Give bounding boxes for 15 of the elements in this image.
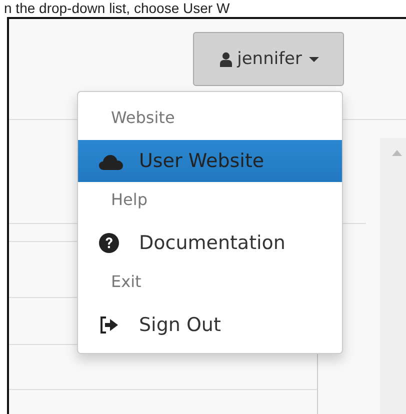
menu-item[interactable]: Sign Out xyxy=(78,304,342,346)
cloud-icon xyxy=(99,152,123,170)
scroll-up-arrow-icon[interactable] xyxy=(392,150,402,156)
menu-item[interactable]: User Website xyxy=(78,140,342,182)
question-circle-icon xyxy=(99,233,119,253)
caret-icon xyxy=(309,56,319,62)
menu-section-header: Help xyxy=(111,189,148,211)
scrollbar[interactable] xyxy=(380,138,406,414)
user-menu-button[interactable]: jennifer xyxy=(193,32,344,86)
instruction-text: n the drop-down list, choose User W xyxy=(3,0,230,17)
menu-item[interactable]: Documentation xyxy=(78,222,342,264)
user-icon xyxy=(220,52,232,66)
sign-out-icon xyxy=(99,316,119,334)
menu-section-header: Website xyxy=(111,107,175,129)
menu-section-header: Exit xyxy=(111,271,142,293)
